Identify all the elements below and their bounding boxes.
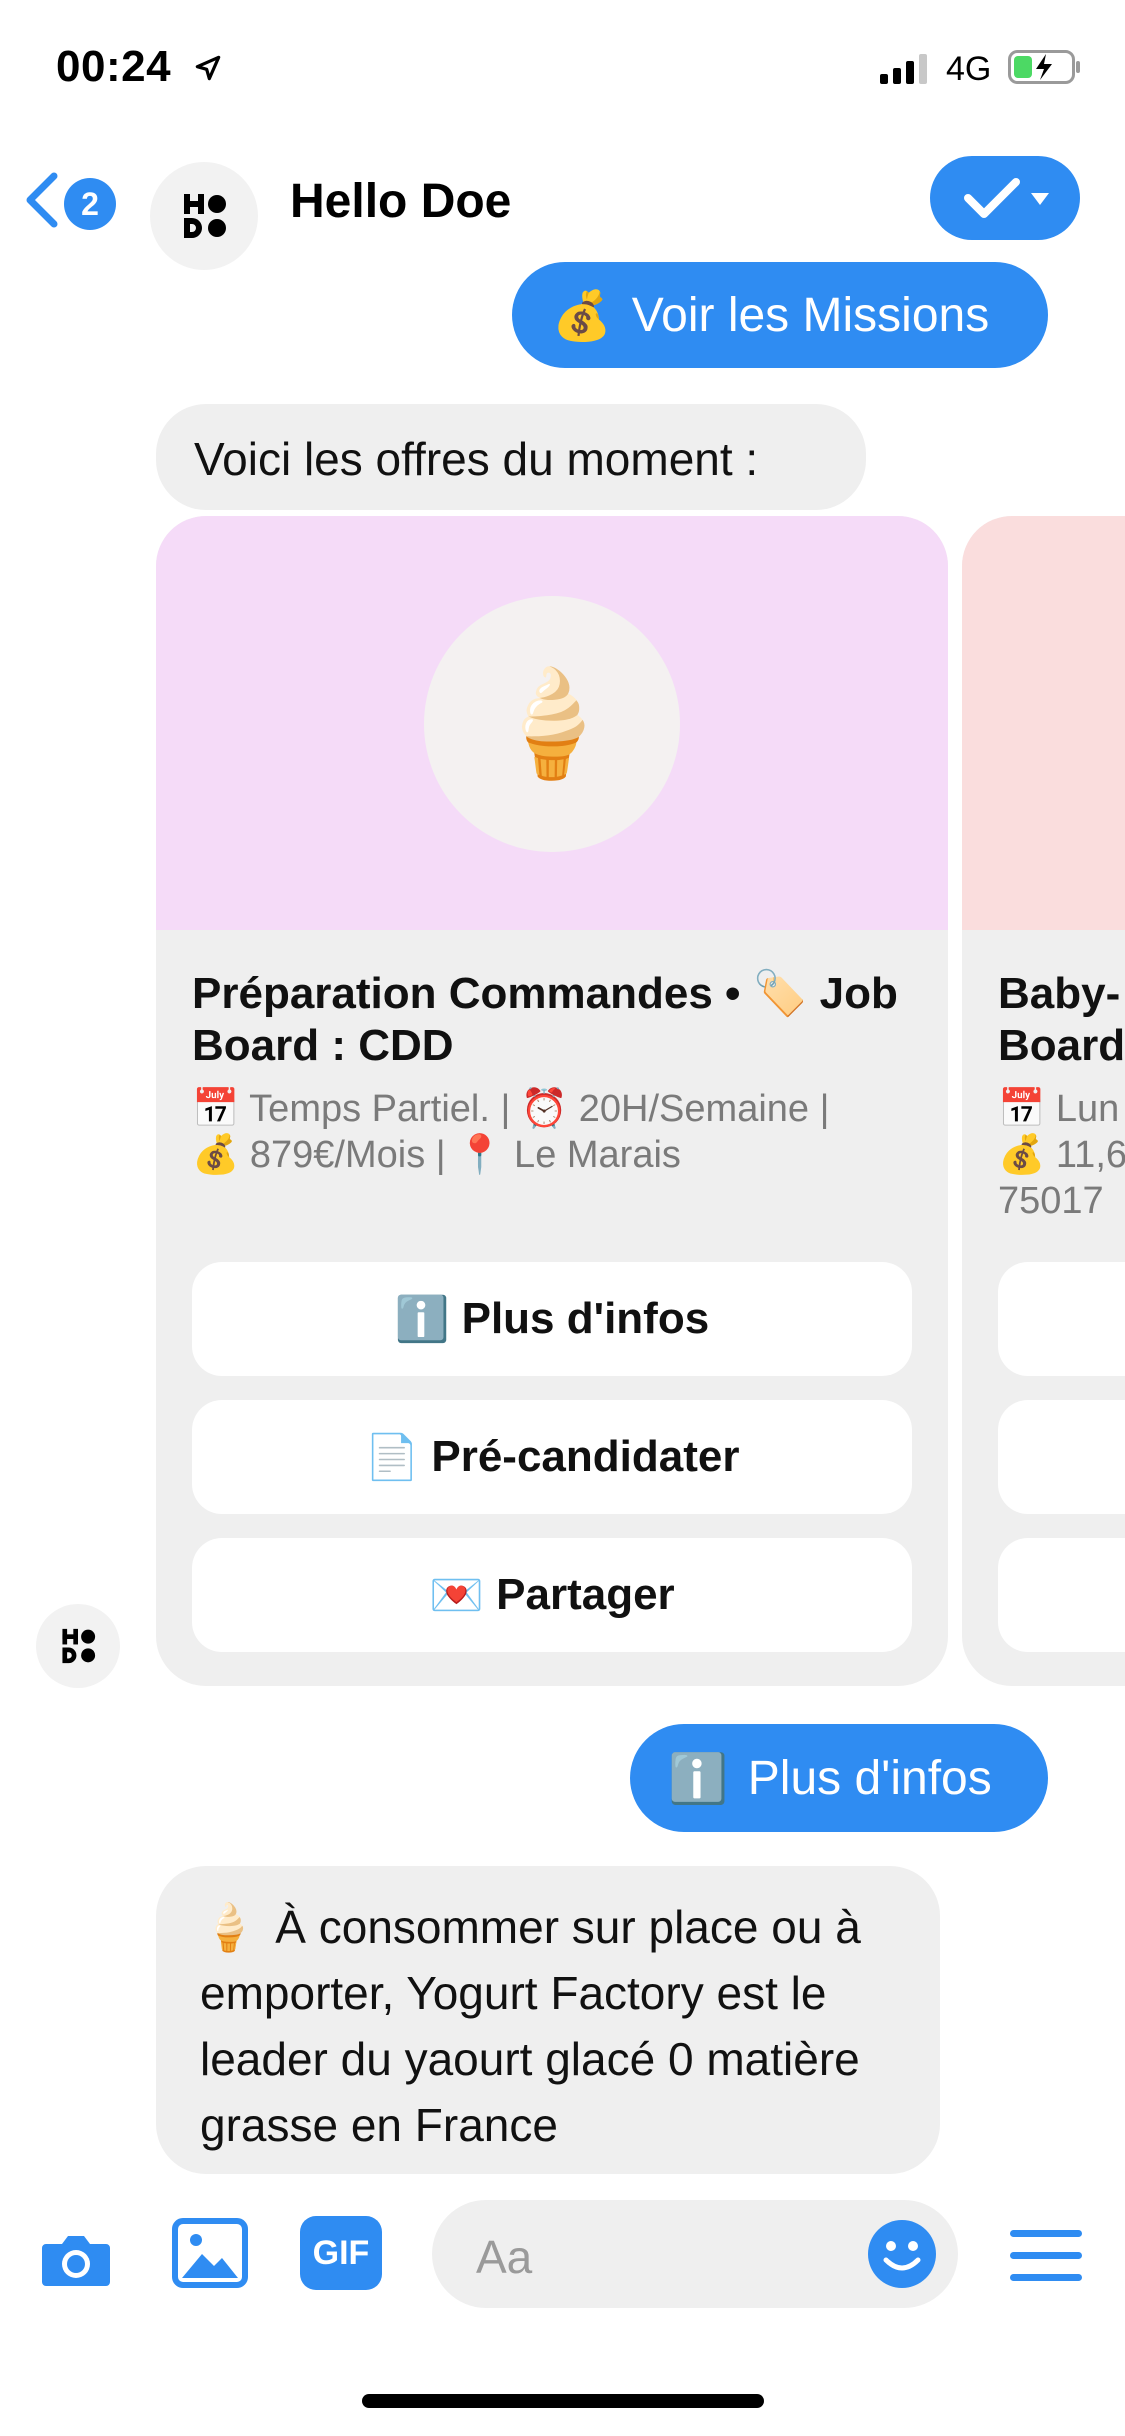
hello-doe-logo-icon — [184, 194, 226, 238]
hello-doe-logo-icon — [62, 1628, 96, 1664]
message-text: Voir les Missions — [631, 288, 990, 342]
home-indicator[interactable] — [362, 2394, 764, 2408]
message-input[interactable]: Aa — [432, 2200, 958, 2308]
card-subtitle-line: 💰 11,6 — [998, 1134, 1125, 1176]
chevron-left-icon — [26, 172, 58, 228]
card-subtitle-line: 📅 Temps Partiel. | ⏰ 20H/Semaine | — [192, 1088, 830, 1130]
sent-message-missions: 💰 Voir les Missions — [512, 262, 1048, 368]
caret-down-icon — [1031, 193, 1049, 205]
button-label: Partager — [496, 1570, 675, 1619]
status-bar: 00:24 4G — [0, 0, 1125, 140]
gif-button[interactable]: GIF — [300, 2216, 382, 2290]
button-label: Pré-candidater — [431, 1432, 740, 1481]
card-subtitle-line: 💰 879€/Mois | 📍 Le Marais — [192, 1134, 681, 1176]
info-icon: ℹ️ — [668, 1752, 728, 1806]
card-button[interactable] — [998, 1538, 1125, 1652]
card-button[interactable] — [998, 1400, 1125, 1514]
sent-message-more-info: ℹ️ Plus d'infos — [630, 1724, 1048, 1832]
message-text: Voici les offres du moment : — [194, 433, 759, 485]
money-bag-icon: 💰 — [552, 289, 612, 343]
job-card-next[interactable]: Baby- Board 📅 Lun 💰 11,6 75017 — [962, 516, 1125, 1686]
share-button[interactable]: 💌 Partager — [192, 1538, 912, 1652]
battery-charging-icon — [1008, 50, 1080, 84]
card-subtitle-line: 75017 — [998, 1180, 1104, 1222]
pre-apply-button[interactable]: 📄 Pré-candidater — [192, 1400, 912, 1514]
card-title: Baby- Board — [998, 968, 1125, 1072]
ice-cream-icon: 🍦 — [487, 666, 617, 782]
button-label: Plus d'infos — [461, 1294, 710, 1343]
message-text: À consommer sur place ou à emporter, Yog… — [200, 1901, 861, 2151]
menu-icon[interactable] — [1010, 2228, 1082, 2284]
message-input-placeholder: Aa — [476, 2231, 533, 2283]
card-title: Préparation Commandes • 🏷️ Job Board : C… — [192, 969, 898, 1070]
card-hero-image — [962, 516, 1125, 930]
info-icon: ℹ️ — [394, 1295, 450, 1344]
received-message-offres: Voici les offres du moment : — [156, 404, 866, 510]
more-info-button[interactable]: ℹ️ Plus d'infos — [192, 1262, 912, 1376]
back-button[interactable]: 2 — [22, 164, 122, 238]
message-text: Plus d'infos — [747, 1751, 992, 1805]
signal-icon — [880, 54, 927, 84]
location-arrow-icon — [195, 55, 221, 81]
ice-cream-icon: 🍦 — [200, 1901, 258, 1953]
photo-gallery-icon[interactable] — [172, 2218, 248, 2288]
status-time: 00:24 — [56, 42, 172, 91]
avatar[interactable] — [150, 162, 258, 270]
camera-icon[interactable] — [36, 2220, 116, 2300]
document-icon: 📄 — [364, 1433, 420, 1482]
unread-count-badge: 2 — [64, 178, 116, 230]
network-label: 4G — [946, 50, 992, 88]
conversation-title: Hello Doe — [290, 175, 512, 228]
hero-circle: 🍦 — [424, 596, 680, 852]
card-subtitle-line: 📅 Lun — [998, 1088, 1120, 1130]
received-message-description: 🍦 À consommer sur place ou à emporter, Yo… — [156, 1866, 940, 2174]
avatar — [36, 1604, 120, 1688]
card-subtitle: 📅 Temps Partiel. | ⏰ 20H/Semaine | 💰 879… — [192, 1086, 912, 1178]
conversation-header: 2 Hello Doe — [0, 140, 1125, 270]
card-hero-image: 🍦 — [156, 516, 948, 930]
card-button[interactable] — [998, 1262, 1125, 1376]
card-title-line: Board — [998, 1021, 1125, 1070]
card-title-line: Baby- — [998, 969, 1121, 1018]
job-card: 🍦 Préparation Commandes • 🏷️ Job Board :… — [156, 516, 948, 1686]
card-subtitle: 📅 Lun 💰 11,6 75017 — [998, 1086, 1125, 1224]
done-dropdown-button[interactable] — [930, 156, 1080, 240]
checkmark-icon — [964, 178, 1020, 218]
emoji-smile-icon[interactable] — [866, 2218, 938, 2290]
love-letter-icon: 💌 — [429, 1571, 485, 1620]
